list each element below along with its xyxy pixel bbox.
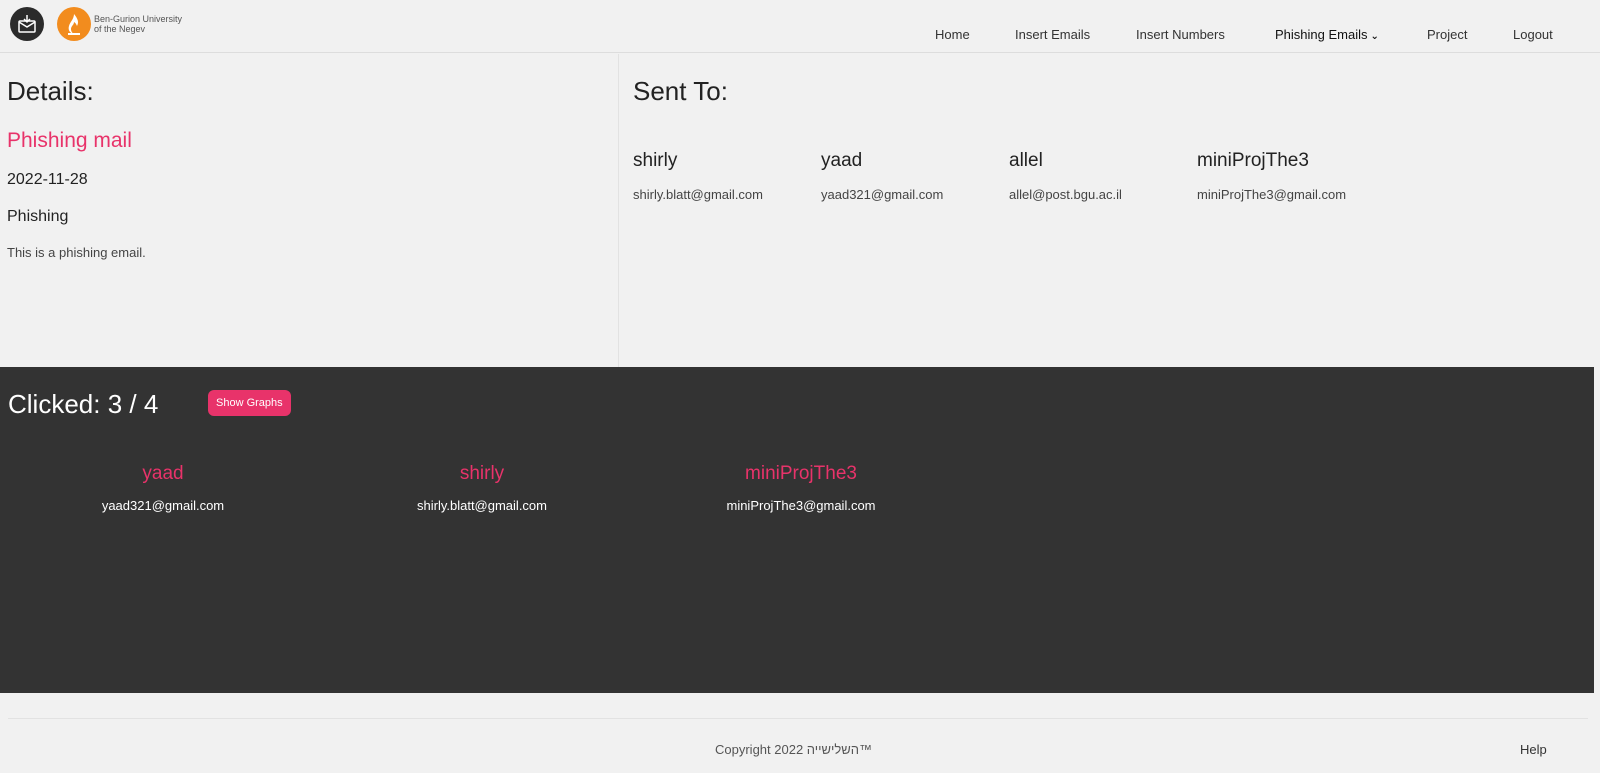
university-name-line1: Ben-Gurion University — [94, 14, 183, 24]
sent-to-heading: Sent To: — [633, 76, 728, 106]
recipient-name: miniProjThe3 — [1197, 150, 1309, 171]
recipient-name: shirly — [633, 150, 678, 171]
chevron-down-icon: ⌄ — [1370, 31, 1379, 42]
nav-home[interactable]: Home — [935, 27, 970, 42]
top-navbar: Ben-Gurion University of the Negev Home … — [0, 0, 1600, 53]
recipient-name: yaad — [821, 150, 863, 171]
clicked-user-name: miniProjThe3 — [745, 463, 857, 484]
nav-phishing-emails-label: Phishing Emails — [1275, 27, 1368, 42]
clicked-user: miniProjThe3 miniProjThe3@gmail.com — [681, 463, 921, 513]
nav-logout[interactable]: Logout — [1513, 27, 1553, 42]
nav-insert-numbers[interactable]: Insert Numbers — [1136, 27, 1225, 42]
clicked-user: shirly shirly.blatt@gmail.com — [362, 463, 602, 513]
show-graphs-button[interactable]: Show Graphs — [208, 390, 291, 416]
clicked-count: Clicked: 3 / 4 — [8, 389, 159, 419]
sent-to-panel: Sent To: shirly shirly.blatt@gmail.com y… — [619, 54, 1594, 367]
recipient-name: allel — [1009, 150, 1043, 171]
clicked-user-email: yaad321@gmail.com — [101, 498, 225, 513]
nav-project[interactable]: Project — [1427, 27, 1467, 42]
nav-phishing-emails-dropdown[interactable]: Phishing Emails ⌄ — [1275, 27, 1379, 42]
mail-date: 2022-11-28 — [7, 171, 88, 188]
clicked-user-name: yaad — [142, 463, 184, 484]
recipient-email: yaad321@gmail.com — [821, 187, 944, 202]
clicked-panel: Clicked: 3 / 4 Show Graphs yaad yaad321@… — [0, 367, 1594, 693]
mail-title: Phishing mail — [7, 129, 132, 152]
details-heading: Details: — [7, 76, 94, 106]
clicked-user: yaad yaad321@gmail.com — [43, 463, 283, 513]
nav-insert-emails[interactable]: Insert Emails — [1015, 27, 1090, 42]
details-panel: Details: Phishing mail 2022-11-28 Phishi… — [0, 54, 618, 367]
recipient-email: miniProjThe3@gmail.com — [1197, 187, 1347, 202]
mail-description: This is a phishing email. — [7, 245, 146, 260]
clicked-user-name: shirly — [459, 463, 505, 484]
copyright-text: Copyright 2022 השלישייה™ — [715, 742, 872, 757]
recipient-email: allel@post.bgu.ac.il — [1009, 187, 1122, 202]
help-link[interactable]: Help — [1520, 742, 1547, 757]
recipient-card: miniProjThe3 miniProjThe3@gmail.com — [1197, 150, 1387, 202]
main-nav: Home Insert Emails Insert Numbers Phishi… — [0, 27, 1600, 47]
clicked-user-email: miniProjThe3@gmail.com — [726, 498, 876, 513]
recipient-email: shirly.blatt@gmail.com — [633, 187, 763, 202]
footer-divider — [8, 718, 1588, 719]
clicked-user-email: shirly.blatt@gmail.com — [417, 498, 547, 513]
recipient-card: shirly shirly.blatt@gmail.com — [633, 150, 823, 202]
recipient-card: yaad yaad321@gmail.com — [821, 150, 1011, 202]
mail-type: Phishing — [7, 208, 69, 225]
recipient-card: allel allel@post.bgu.ac.il — [1009, 150, 1199, 202]
